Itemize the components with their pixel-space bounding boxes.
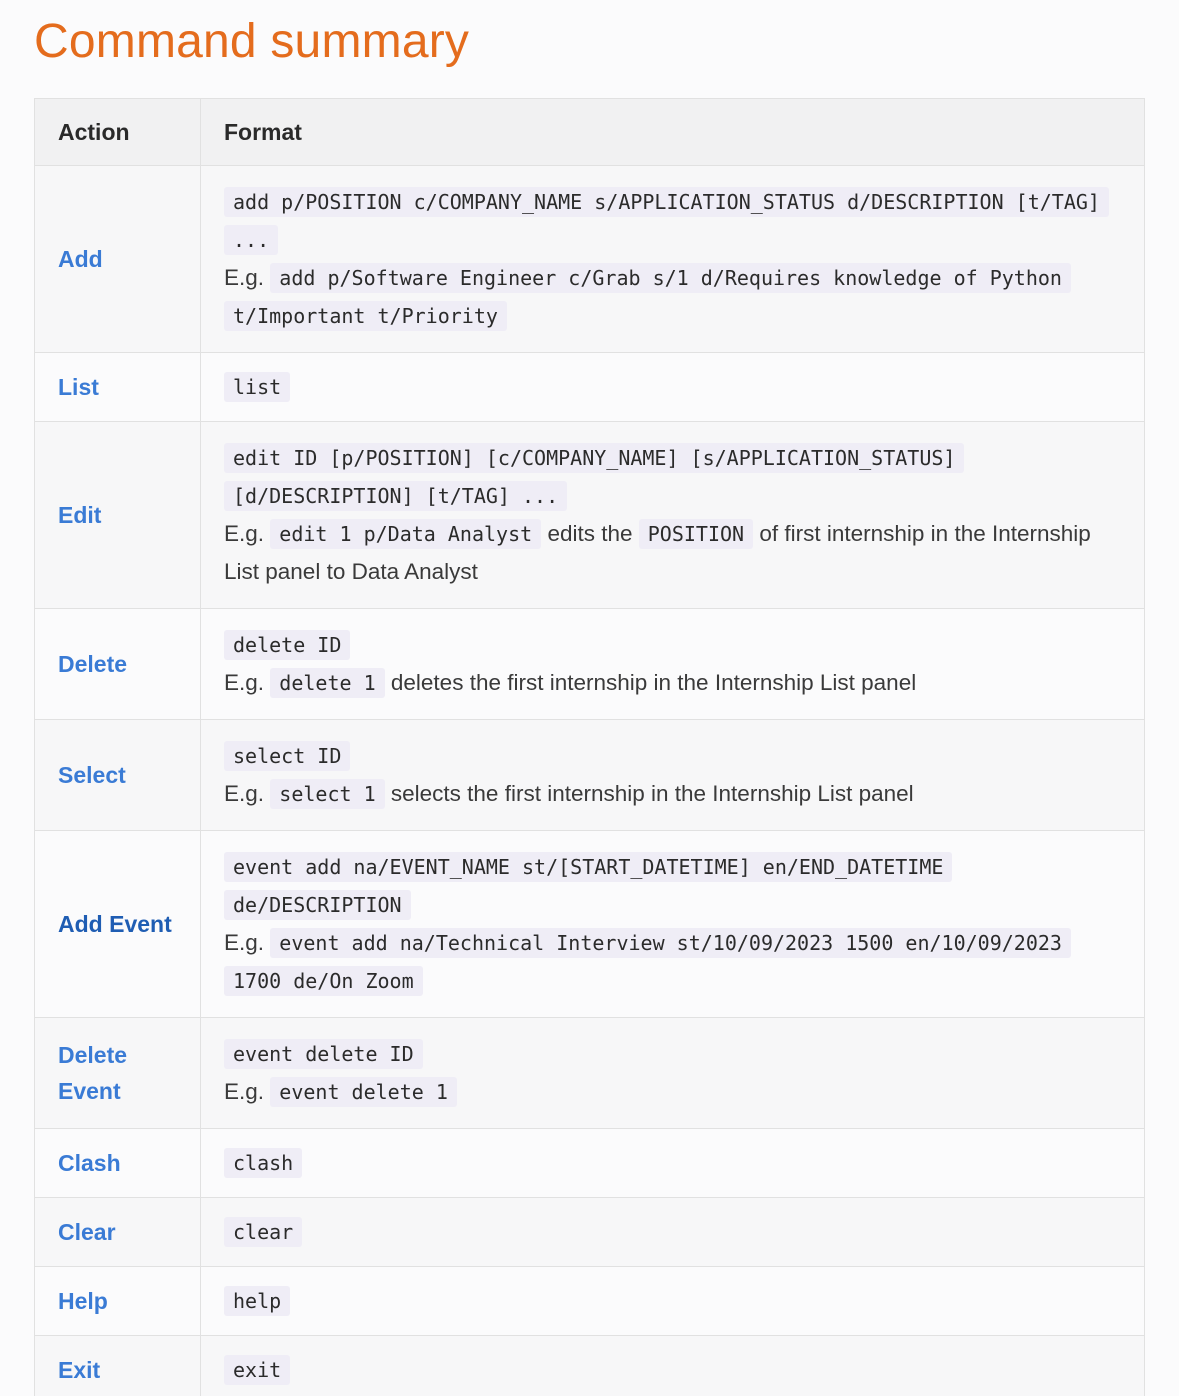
format-cell: clash: [200, 1128, 1145, 1198]
eg-label: E.g.: [224, 521, 265, 546]
example-description: selects the first internship in the Inte…: [390, 781, 914, 806]
format-code: event add na/EVENT_NAME st/[START_DATETI…: [224, 852, 953, 920]
action-link-delete-event[interactable]: Delete Event: [58, 1042, 127, 1104]
eg-label: E.g.: [224, 1079, 265, 1104]
format-cell: help: [200, 1266, 1145, 1336]
format-cell: event add na/EVENT_NAME st/[START_DATETI…: [200, 830, 1145, 1018]
table-row: List list: [34, 352, 1145, 422]
format-cell: delete ID E.g. delete 1 deletes the firs…: [200, 608, 1145, 720]
table-row: Help help: [34, 1266, 1145, 1336]
format-cell: select ID E.g. select 1 selects the firs…: [200, 719, 1145, 831]
header-format: Format: [200, 98, 1145, 166]
format-code: help: [224, 1286, 291, 1316]
format-code: exit: [224, 1354, 291, 1385]
action-link-add[interactable]: Add: [58, 246, 103, 272]
command-summary-table: Action Format Add add p/POSITION c/COMPA…: [34, 98, 1145, 1396]
header-action: Action: [34, 98, 201, 166]
eg-label: E.g.: [224, 930, 265, 955]
format-code: clash: [224, 1148, 303, 1178]
action-link-exit[interactable]: Exit: [58, 1357, 100, 1383]
action-link-help[interactable]: Help: [58, 1288, 108, 1314]
format-code: clear: [224, 1217, 303, 1247]
eg-label: E.g.: [224, 670, 265, 695]
format-code: event delete ID: [224, 1039, 423, 1069]
action-link-clear[interactable]: Clear: [58, 1219, 116, 1245]
example-code: select 1: [270, 779, 385, 809]
format-cell: list: [200, 352, 1145, 422]
table-row: Clash clash: [34, 1128, 1145, 1198]
format-cell: add p/POSITION c/COMPANY_NAME s/APPLICAT…: [200, 165, 1145, 353]
example-description: edits the: [547, 521, 633, 546]
action-link-add-event[interactable]: Add Event: [58, 911, 172, 937]
eg-label: E.g.: [224, 265, 265, 290]
action-link-delete[interactable]: Delete: [58, 651, 127, 677]
table-row: Exit exit: [34, 1335, 1145, 1396]
example-code: edit 1 p/Data Analyst: [270, 519, 542, 549]
page-title: Command summary: [34, 15, 470, 68]
table-row: Clear clear: [34, 1197, 1145, 1267]
format-code: list: [224, 372, 291, 402]
action-link-select[interactable]: Select: [58, 762, 126, 788]
example-code: event delete 1: [270, 1077, 457, 1107]
inline-code: POSITION: [638, 519, 754, 549]
format-cell: event delete ID E.g. event delete 1: [200, 1017, 1145, 1129]
format-cell: edit ID [p/POSITION] [c/COMPANY_NAME] [s…: [200, 421, 1145, 609]
action-link-list[interactable]: List: [58, 374, 99, 400]
table-row: Add Event event add na/EVENT_NAME st/[ST…: [34, 830, 1145, 1018]
format-code: add p/POSITION c/COMPANY_NAME s/APPLICAT…: [224, 187, 1109, 255]
example-code: event add na/Technical Interview st/10/0…: [224, 928, 1071, 996]
action-link-clash[interactable]: Clash: [58, 1150, 121, 1176]
table-row: Select select ID E.g. select 1 selects t…: [34, 719, 1145, 831]
format-code: delete ID: [224, 630, 351, 660]
table-header-row: Action Format: [34, 98, 1145, 166]
table-row: Edit edit ID [p/POSITION] [c/COMPANY_NAM…: [34, 421, 1145, 609]
format-cell: clear: [200, 1197, 1145, 1267]
action-link-edit[interactable]: Edit: [58, 502, 101, 528]
example-code: delete 1: [270, 668, 385, 698]
format-code: edit ID [p/POSITION] [c/COMPANY_NAME] [s…: [224, 443, 965, 511]
format-code: select ID: [224, 741, 351, 771]
table-row: Add add p/POSITION c/COMPANY_NAME s/APPL…: [34, 165, 1145, 353]
table-row: Delete Event event delete ID E.g. event …: [34, 1017, 1145, 1129]
table-row: Delete delete ID E.g. delete 1 deletes t…: [34, 608, 1145, 720]
eg-label: E.g.: [224, 781, 265, 806]
example-code: add p/Software Engineer c/Grab s/1 d/Req…: [224, 263, 1071, 331]
format-cell: exit: [200, 1335, 1145, 1396]
example-description: deletes the first internship in the Inte…: [390, 670, 917, 695]
